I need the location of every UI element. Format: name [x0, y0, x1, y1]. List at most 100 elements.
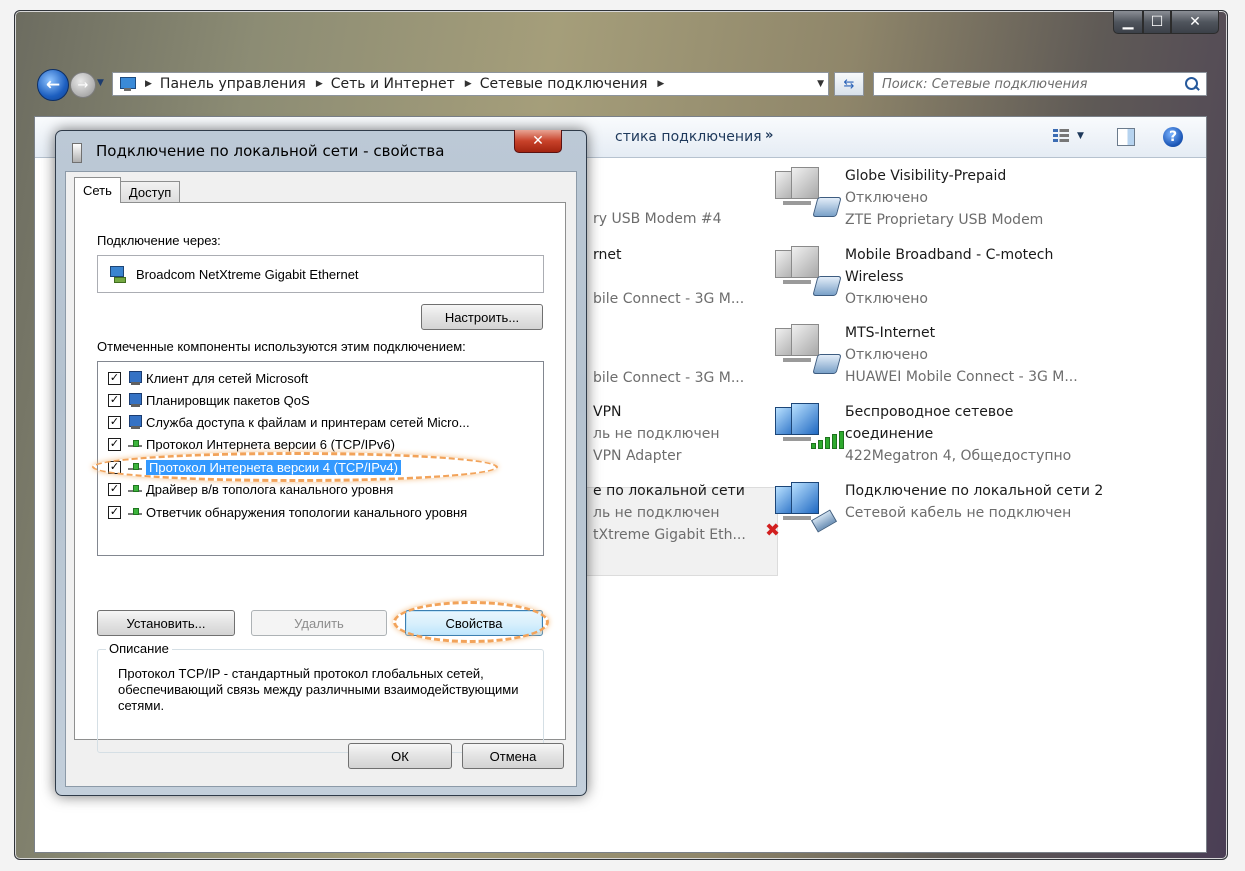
- qos-scheduler-icon: [127, 392, 143, 408]
- view-dropdown-icon[interactable]: ▼: [1077, 131, 1084, 141]
- back-arrow-icon[interactable]: ←: [37, 69, 69, 101]
- description-label: Описание: [106, 641, 172, 656]
- partial-status-4: ль не подключен: [593, 426, 720, 442]
- window-caption-buttons: ▁ ☐ ✕: [1113, 11, 1219, 34]
- components-list[interactable]: ✓ Клиент для сетей Microsoft ✓ Планировщ…: [92, 361, 544, 556]
- breadcrumb-network-connections[interactable]: Сетевые подключения: [480, 76, 648, 92]
- connection-name: MTS-Internet: [845, 325, 936, 341]
- breadcrumb-separator-icon[interactable]: ▶: [145, 79, 152, 89]
- command-diagnose-connection[interactable]: стика подключения: [615, 129, 762, 145]
- lan-properties-dialog: Подключение по локальной сети - свойства…: [55, 130, 587, 796]
- protocol-icon: [127, 481, 143, 497]
- connection-title-icon: [72, 143, 82, 163]
- partial-device-5: tXtreme Gigabit Eth...: [593, 527, 746, 543]
- dialog-body: Сеть Доступ Подключение через: Broadcom …: [65, 171, 577, 787]
- highlight-oval-properties: [393, 601, 549, 643]
- connection-local-area-2[interactable]: ✖ Подключение по локальной сети 2 Сетево…: [765, 480, 1125, 541]
- wireless-connection-icon: [771, 401, 844, 461]
- forward-arrow-icon[interactable]: →: [70, 72, 96, 98]
- search-input[interactable]: Поиск: Сетевые подключения: [882, 77, 1182, 92]
- connection-name: Подключение по локальной сети 2: [845, 483, 1104, 499]
- dialog-title: Подключение по локальной сети - свойства: [96, 142, 445, 160]
- network-client-icon: [127, 370, 143, 386]
- tab-network[interactable]: Сеть: [74, 177, 121, 203]
- configure-button[interactable]: Настроить...: [421, 304, 543, 330]
- connection-wireless[interactable]: Беспроводное сетевое соединение 422Megat…: [775, 401, 1071, 467]
- partial-status-5: ль не подключен: [593, 505, 720, 521]
- breadcrumb-control-panel[interactable]: Панель управления: [160, 76, 306, 92]
- connection-name: Беспроводное сетевое соединение: [845, 404, 1014, 442]
- connection-status: Отключено: [845, 190, 928, 206]
- list-item[interactable]: ✓ Служба доступа к файлам и принтерам се…: [108, 412, 470, 432]
- command-more-chevron[interactable]: »: [765, 128, 773, 143]
- cancel-button[interactable]: Отмена: [462, 743, 564, 769]
- component-label: Протокол Интернета версии 6 (TCP/IPv6): [146, 436, 395, 452]
- breadcrumb-separator-icon[interactable]: ▶: [316, 79, 323, 89]
- maximize-button[interactable]: ☐: [1143, 11, 1171, 34]
- partial-device-2: bile Connect - 3G M...: [593, 291, 745, 307]
- partial-name-2: rnet: [593, 247, 622, 263]
- component-label: Планировщик пакетов QoS: [146, 392, 310, 408]
- dialup-connection-icon: [771, 244, 842, 304]
- search-icon[interactable]: [1182, 74, 1202, 94]
- connection-globe-visibility[interactable]: Globe Visibility-Prepaid Отключено ZTE P…: [775, 165, 1043, 231]
- refresh-icon[interactable]: ⇆: [834, 72, 864, 96]
- component-checkbox[interactable]: ✓: [108, 393, 121, 407]
- component-checkbox[interactable]: ✓: [108, 482, 121, 496]
- minimize-button[interactable]: ▁: [1113, 11, 1143, 34]
- breadcrumb-separator-icon[interactable]: ▶: [465, 79, 472, 89]
- components-label: Отмеченные компоненты используются этим …: [97, 339, 466, 354]
- partial-name-5: е по локальной сети: [593, 483, 745, 499]
- protocol-icon: [127, 504, 143, 520]
- connection-name: Mobile Broadband - C-motech Wireless: [845, 247, 1054, 285]
- uninstall-button[interactable]: Удалить: [251, 610, 387, 636]
- address-bar[interactable]: ▶ Панель управления ▶ Сеть и Интернет ▶ …: [112, 72, 829, 96]
- breadcrumb-network-internet[interactable]: Сеть и Интернет: [331, 76, 455, 92]
- connection-device: HUAWEI Mobile Connect - 3G M...: [845, 369, 1078, 385]
- component-checkbox[interactable]: ✓: [108, 371, 121, 385]
- network-adapter-icon: [110, 266, 126, 283]
- list-item[interactable]: ✓ Протокол Интернета версии 6 (TCP/IPv6): [108, 434, 395, 454]
- protocol-icon: [127, 436, 143, 452]
- search-box[interactable]: Поиск: Сетевые подключения: [873, 72, 1207, 96]
- connection-mts-internet[interactable]: MTS-Internet Отключено HUAWEI Mobile Con…: [775, 322, 1078, 388]
- ok-button[interactable]: ОК: [348, 743, 452, 769]
- component-label: Ответчик обнаружения топологии канальног…: [146, 504, 468, 520]
- list-item[interactable]: ✓ Планировщик пакетов QoS: [108, 390, 310, 410]
- navigation-bar: ← → ▼ ▶ Панель управления ▶ Сеть и Интер…: [37, 67, 1207, 101]
- component-checkbox[interactable]: ✓: [108, 505, 121, 519]
- close-button[interactable]: ✕: [1171, 11, 1219, 34]
- signal-bars-icon: [811, 431, 844, 449]
- description-text: Протокол TCP/IP - стандартный протокол г…: [118, 666, 519, 713]
- component-checkbox[interactable]: ✓: [108, 415, 121, 429]
- connection-mobile-broadband[interactable]: Mobile Broadband - C-motech Wireless Отк…: [775, 244, 1115, 310]
- dialup-connection-icon: [771, 165, 842, 225]
- list-item[interactable]: ✓ Клиент для сетей Microsoft: [108, 368, 308, 388]
- highlight-oval-ipv4: [92, 452, 498, 482]
- control-panel-icon: [119, 76, 137, 92]
- view-options-icon[interactable]: [1053, 129, 1069, 145]
- breadcrumb-separator-icon[interactable]: ▶: [657, 79, 664, 89]
- help-icon[interactable]: ?: [1163, 127, 1183, 147]
- connection-name: Globe Visibility-Prepaid: [845, 168, 1007, 184]
- adapter-field: Broadcom NetXtreme Gigabit Ethernet: [97, 255, 544, 293]
- connection-device: 422Megatron 4, Общедоступно: [845, 448, 1072, 464]
- list-item[interactable]: ✓ Ответчик обнаружения топологии канальн…: [108, 502, 467, 522]
- component-label: Служба доступа к файлам и принтерам сете…: [146, 414, 470, 430]
- connection-status: Сетевой кабель не подключен: [845, 505, 1072, 521]
- recent-pages-dropdown-icon[interactable]: ▼: [97, 78, 104, 88]
- network-tab-panel: Подключение через: Broadcom NetXtreme Gi…: [74, 202, 566, 753]
- install-button[interactable]: Установить...: [97, 610, 235, 636]
- connection-status: Отключено: [845, 347, 928, 363]
- connect-using-label: Подключение через:: [97, 233, 221, 248]
- lan-connection-icon: ✖: [765, 480, 838, 541]
- tab-sharing[interactable]: Доступ: [119, 181, 181, 203]
- component-label: Клиент для сетей Microsoft: [146, 370, 309, 386]
- preview-pane-icon[interactable]: [1117, 128, 1135, 146]
- partial-device-4: VPN Adapter: [593, 448, 682, 464]
- component-checkbox[interactable]: ✓: [108, 437, 121, 451]
- address-dropdown-icon[interactable]: ▼: [817, 79, 824, 89]
- dialog-close-button[interactable]: ✕: [514, 130, 562, 153]
- file-sharing-icon: [127, 414, 143, 430]
- list-item[interactable]: ✓ Драйвер в/в тополога канального уровня: [108, 479, 393, 499]
